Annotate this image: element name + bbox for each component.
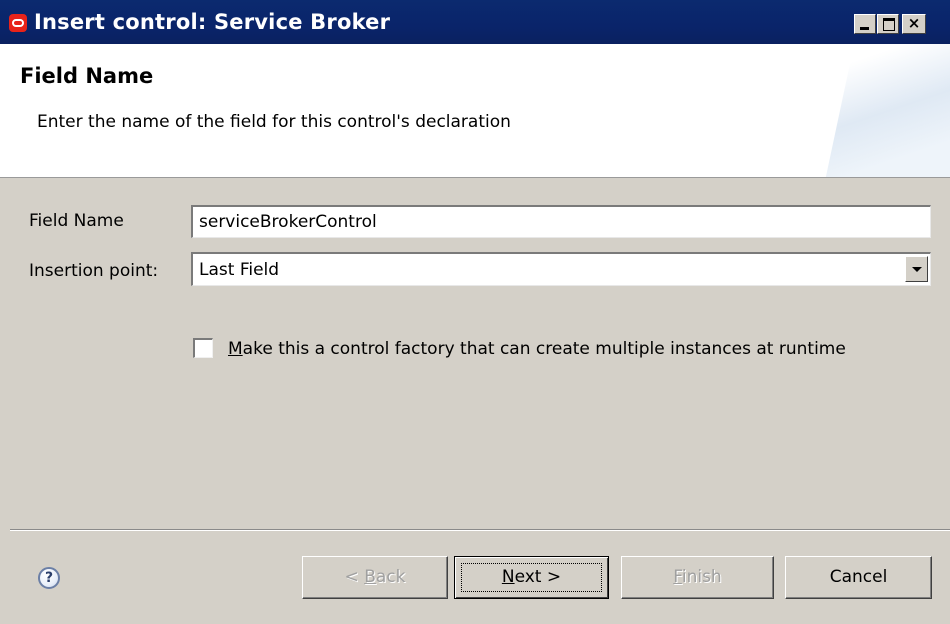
maximize-icon	[883, 18, 895, 31]
finish-button[interactable]: Finish	[621, 556, 774, 599]
field-name-label: Field Name	[29, 211, 124, 231]
next-button[interactable]: Next >	[454, 556, 609, 599]
wizard-header: Field Name Enter the name of the field f…	[0, 44, 950, 178]
control-factory-checkbox[interactable]	[193, 338, 213, 358]
back-button[interactable]: < Back	[302, 556, 448, 599]
minimize-icon	[860, 27, 869, 30]
window-title: Insert control: Service Broker	[34, 10, 391, 34]
maximize-button[interactable]	[877, 14, 899, 34]
field-name-input[interactable]: serviceBrokerControl	[191, 205, 931, 238]
help-icon[interactable]: ?	[38, 567, 60, 589]
chevron-down-icon[interactable]	[905, 256, 928, 282]
title-bar[interactable]: Insert control: Service Broker ×	[0, 0, 950, 44]
close-icon: ×	[907, 14, 921, 32]
next-mnemonic: N	[501, 567, 515, 587]
insertion-point-value: Last Field	[199, 260, 280, 280]
oracle-app-icon	[9, 14, 27, 32]
back-label: ack	[375, 567, 406, 587]
control-factory-label[interactable]: Make this a control factory that can cre…	[228, 339, 846, 359]
control-factory-label-text: ake this a control factory that can crea…	[242, 339, 846, 359]
insertion-point-select[interactable]: Last Field	[191, 252, 931, 286]
page-description: Enter the name of the field for this con…	[37, 112, 511, 132]
footer-separator	[10, 529, 950, 531]
minimize-button[interactable]	[854, 14, 876, 34]
back-prefix: <	[344, 567, 365, 587]
page-title: Field Name	[20, 64, 154, 88]
cancel-button[interactable]: Cancel	[785, 556, 932, 599]
next-focus-ring: Next >	[461, 563, 602, 592]
close-button[interactable]: ×	[902, 14, 926, 34]
control-factory-mnemonic: M	[228, 339, 243, 359]
finish-mnemonic: F	[673, 567, 682, 587]
insertion-point-label: Insertion point:	[29, 261, 159, 281]
next-label: ext >	[514, 567, 562, 587]
finish-label: inish	[681, 567, 722, 587]
header-decoration	[825, 44, 950, 177]
back-mnemonic: B	[364, 567, 376, 587]
